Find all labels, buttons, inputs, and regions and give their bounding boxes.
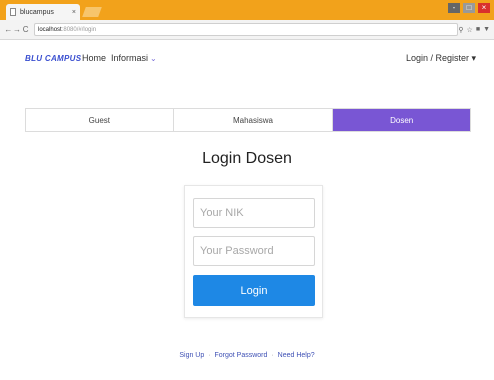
- forgot-password-link[interactable]: Forgot Password: [215, 352, 268, 359]
- nav-informasi-dropdown[interactable]: Informasi ⌄: [111, 53, 157, 63]
- url-input[interactable]: localhost:8080/#/login: [34, 23, 459, 36]
- browser-tab-title: blucampus: [20, 8, 54, 16]
- signup-link[interactable]: Sign Up: [179, 352, 204, 359]
- login-register-dropdown[interactable]: Login / Register ▾: [406, 53, 476, 64]
- separator: ·: [208, 352, 211, 359]
- forward-icon[interactable]: →: [13, 25, 22, 34]
- browser-tab[interactable]: blucampus ×: [6, 4, 80, 20]
- window-controls: - □ ×: [448, 3, 490, 13]
- site-navbar: BLU CAMPUS Home Informasi ⌄ Login / Regis…: [0, 40, 494, 82]
- need-help-link[interactable]: Need Help?: [278, 352, 315, 359]
- login-card: Login: [184, 185, 323, 318]
- close-window-icon[interactable]: ×: [478, 3, 490, 13]
- maximize-icon[interactable]: □: [463, 3, 475, 13]
- login-button[interactable]: Login: [193, 275, 315, 306]
- tab-guest[interactable]: Guest: [26, 109, 174, 131]
- browser-titlebar: blucampus × - □ ×: [0, 0, 494, 20]
- menu-icon[interactable]: ▼: [483, 26, 490, 34]
- back-icon[interactable]: ←: [4, 25, 13, 34]
- page-icon: [10, 8, 16, 16]
- browser-addressbar: ← → C localhost:8080/#/login ⚲ ☆ ■ ▼: [0, 20, 494, 40]
- brand-logo[interactable]: BLU CAMPUS: [25, 54, 81, 63]
- separator: ·: [271, 352, 274, 359]
- new-tab-button[interactable]: [82, 7, 102, 17]
- extension-icon[interactable]: ■: [476, 26, 480, 34]
- url-host: localhost: [38, 26, 62, 33]
- browser-extensions: ⚲ ☆ ■ ▼: [458, 26, 490, 34]
- tab-dosen[interactable]: Dosen: [333, 109, 470, 131]
- tab-mahasiswa[interactable]: Mahasiswa: [174, 109, 334, 131]
- page-title: Login Dosen: [202, 150, 292, 167]
- close-tab-icon[interactable]: ×: [72, 9, 76, 16]
- nav-informasi-label: Informasi: [111, 53, 149, 63]
- url-path: :8080/#/login: [61, 26, 97, 33]
- star-icon[interactable]: ☆: [467, 26, 473, 34]
- minimize-icon[interactable]: -: [448, 3, 460, 13]
- role-tabs: Guest Mahasiswa Dosen: [25, 108, 471, 132]
- nik-input[interactable]: [193, 198, 315, 228]
- chevron-down-icon: ⌄: [150, 54, 157, 63]
- password-input[interactable]: [193, 236, 315, 266]
- footer-links: Sign Up · Forgot Password · Need Help?: [0, 352, 494, 359]
- zoom-icon[interactable]: ⚲: [458, 26, 463, 34]
- reload-icon[interactable]: C: [21, 25, 30, 34]
- nav-home-link[interactable]: Home: [82, 53, 106, 63]
